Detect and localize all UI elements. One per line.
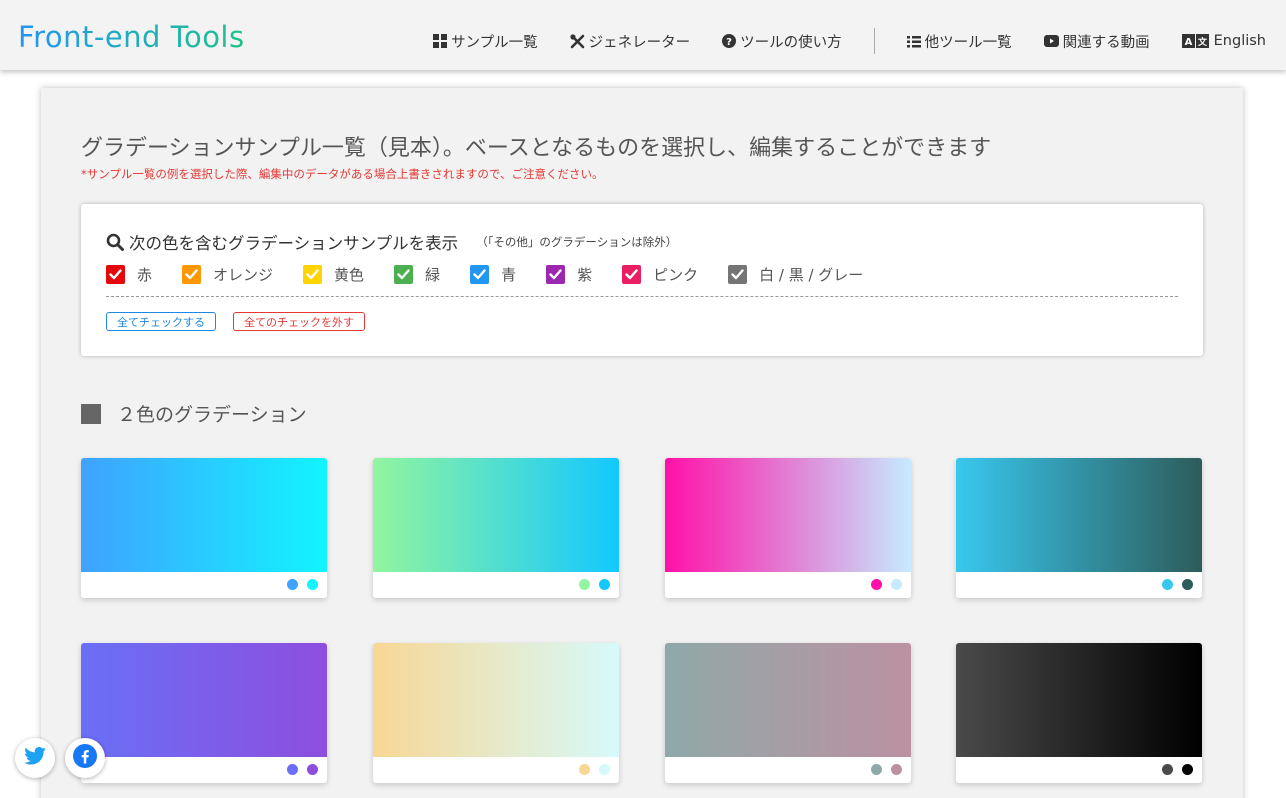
color-checkbox[interactable]: 青 (470, 264, 516, 285)
uncheck-all-button[interactable]: 全てのチェックを外す (233, 312, 365, 331)
end-color-swatch (307, 579, 318, 590)
start-color-swatch (1162, 579, 1173, 590)
filter-title-text: 次の色を含むグラデーションサンプルを表示 (129, 234, 459, 253)
start-color-swatch (1162, 764, 1173, 775)
translate-icon: A文 (1181, 34, 1210, 48)
svg-text:A: A (1184, 37, 1192, 48)
grid-icon (433, 34, 448, 48)
gradient-preview (665, 643, 911, 757)
color-checkbox-label: 赤 (137, 266, 153, 284)
search-icon (106, 233, 124, 251)
gradient-sample-card[interactable] (665, 458, 911, 598)
color-checkbox-label: ピンク (653, 266, 699, 284)
nav-generator-label: ジェネレーター (588, 34, 691, 51)
checkmark-icon[interactable] (106, 265, 125, 284)
facebook-share-button[interactable] (65, 738, 105, 778)
page-title: グラデーションサンプル一覧（見本）。ベースとなるものを選択し、編集することができ… (81, 136, 992, 161)
start-color-swatch (287, 579, 298, 590)
color-checkbox-label: 黄色 (334, 266, 365, 284)
checkmark-icon[interactable] (303, 265, 323, 284)
gradient-sample-card[interactable] (956, 458, 1202, 598)
nav-videos-label: 関連する動画 (1062, 34, 1150, 51)
color-checkbox-label: オレンジ (213, 266, 274, 284)
section-heading: ２色のグラデーション (81, 400, 307, 427)
gradient-preview (81, 458, 327, 572)
gradient-preview (956, 643, 1202, 757)
gradient-sample-card[interactable] (81, 643, 327, 783)
start-color-swatch (579, 764, 590, 775)
section-marker (81, 403, 101, 424)
color-checkbox[interactable]: 緑 (394, 264, 440, 285)
checkmark-icon[interactable] (182, 265, 202, 284)
gradient-sample-card[interactable] (373, 458, 619, 598)
twitter-icon (24, 747, 46, 769)
nav-videos[interactable]: 関連する動画 (1043, 31, 1150, 52)
nav-other-tools-label: 他ツール一覧 (924, 34, 1012, 51)
gradient-sample-card[interactable] (665, 643, 911, 783)
start-color-swatch (579, 579, 590, 590)
gradient-preview (373, 643, 619, 757)
list-icon (906, 35, 921, 48)
nav-generator[interactable]: ジェネレーター (570, 31, 691, 52)
checkmark-icon[interactable] (394, 265, 414, 284)
nav-divider (873, 28, 875, 54)
nav-howto[interactable]: ? ツールの使い方 (722, 31, 842, 52)
tools-icon (570, 33, 585, 49)
end-color-swatch (1182, 764, 1193, 775)
color-checkbox[interactable]: 赤 (106, 264, 152, 285)
section-title: ２色のグラデーション (117, 404, 307, 426)
filter-note: （「その他」のグラデーションは除外） (476, 235, 678, 249)
gradient-preview (956, 458, 1202, 572)
gradient-sample-card[interactable] (373, 643, 619, 783)
nav-howto-label: ツールの使い方 (740, 34, 842, 51)
gradient-sample-card[interactable] (81, 458, 327, 598)
color-checkbox[interactable]: オレンジ (182, 264, 273, 285)
logo[interactable]: Front-end Tools (18, 20, 245, 54)
overwrite-notice: *サンプル一覧の例を選択した際、編集中のデータがある場合上書きされますので、ご注… (81, 167, 604, 181)
gradient-preview (665, 458, 911, 572)
gradient-preview (373, 458, 619, 572)
youtube-icon (1043, 35, 1059, 47)
end-color-swatch (307, 764, 318, 775)
checkmark-icon[interactable] (622, 265, 642, 284)
divider (106, 296, 1178, 297)
gradient-sample-card[interactable] (956, 643, 1202, 783)
gradient-preview (81, 643, 327, 757)
svg-text:文: 文 (1197, 36, 1208, 48)
color-checkboxes: 赤 オレンジ 黄色 緑 青 紫 ピンク 白 / 黒 / グレー (106, 264, 893, 285)
color-checkbox-label: 紫 (577, 266, 593, 284)
end-color-swatch (891, 579, 902, 590)
end-color-swatch (599, 579, 610, 590)
start-color-swatch (871, 579, 882, 590)
checkmark-icon[interactable] (728, 265, 748, 284)
twitter-share-button[interactable] (15, 738, 55, 778)
checkmark-icon[interactable] (546, 265, 566, 284)
main-nav: サンプル一覧 ジェネレーター ? ツールの使い方 他ツール一覧 関連する動画 A… (433, 28, 1266, 54)
start-color-swatch (871, 764, 882, 775)
start-color-swatch (287, 764, 298, 775)
end-color-swatch (599, 764, 610, 775)
color-checkbox[interactable]: 白 / 黒 / グレー (728, 264, 863, 285)
filter-title: 次の色を含むグラデーションサンプルを表示 （「その他」のグラデーションは除外） (106, 230, 677, 254)
check-all-button[interactable]: 全てチェックする (106, 312, 216, 331)
header: Front-end Tools サンプル一覧 ジェネレーター ? ツールの使い方… (0, 0, 1286, 70)
color-checkbox-label: 白 / 黒 / グレー (759, 266, 864, 284)
color-checkbox-label: 緑 (425, 266, 441, 284)
checkmark-icon[interactable] (470, 265, 490, 284)
facebook-icon (73, 744, 97, 772)
nav-language[interactable]: A文 English (1181, 33, 1266, 49)
end-color-swatch (1182, 579, 1193, 590)
nav-samples-label: サンプル一覧 (451, 34, 538, 51)
nav-other-tools[interactable]: 他ツール一覧 (906, 31, 1012, 52)
end-color-swatch (891, 764, 902, 775)
svg-text:?: ? (726, 37, 732, 48)
color-checkbox[interactable]: ピンク (622, 264, 698, 285)
color-checkbox-label: 青 (501, 266, 517, 284)
nav-samples[interactable]: サンプル一覧 (433, 31, 538, 52)
color-checkbox[interactable]: 黄色 (303, 264, 364, 285)
nav-language-label: English (1213, 33, 1266, 49)
color-filter-panel: 次の色を含むグラデーションサンプルを表示 （「その他」のグラデーションは除外） … (81, 204, 1203, 356)
color-checkbox[interactable]: 紫 (546, 264, 592, 285)
question-circle-icon: ? (722, 34, 737, 48)
